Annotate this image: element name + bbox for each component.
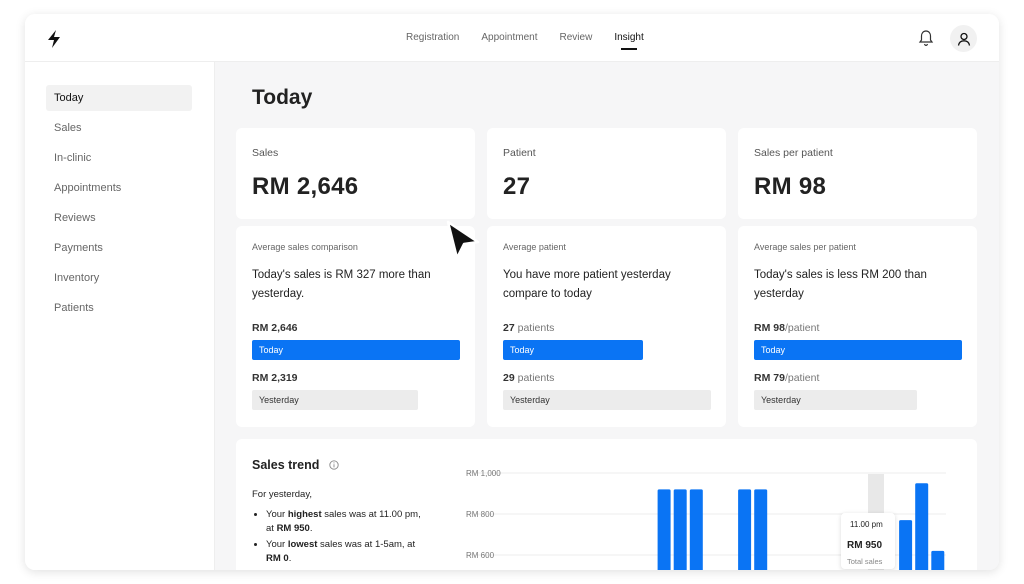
- today-value: RM 98/patient: [754, 322, 820, 334]
- sidebar-item-appointments[interactable]: Appointments: [46, 175, 192, 201]
- stat-label: Sales per patient: [754, 147, 833, 159]
- sidebar: Today Sales In-clinic Appointments Revie…: [25, 62, 215, 570]
- sidebar-item-in-clinic[interactable]: In-clinic: [46, 145, 192, 171]
- sales-trend-card: Sales trend For yesterday, Your highest …: [236, 439, 977, 570]
- chart-bar[interactable]: [931, 550, 945, 570]
- nav-review[interactable]: Review: [549, 14, 604, 62]
- mouse-cursor-icon: [446, 220, 480, 260]
- yesterday-bar: Yesterday: [754, 390, 917, 410]
- user-icon: [957, 32, 970, 46]
- comparison-card-patient: Average patient You have more patient ye…: [487, 226, 726, 427]
- tooltip-value: RM 950: [847, 540, 883, 551]
- chart-bar[interactable]: [915, 483, 929, 570]
- y-tick: RM 1,000: [466, 469, 501, 478]
- comparison-card-sales: Average sales comparison Today's sales i…: [236, 226, 475, 427]
- stat-value: RM 2,646: [252, 173, 359, 200]
- top-nav: Registration Appointment Review Insight: [395, 14, 655, 62]
- stat-card-sales-per-patient: Sales per patient RM 98: [738, 128, 977, 219]
- comparison-text: Today's sales is RM 327 more than yester…: [252, 269, 431, 300]
- yesterday-value: 29 patients: [503, 372, 555, 384]
- chart-bar[interactable]: [754, 489, 768, 570]
- sidebar-item-patients[interactable]: Patients: [46, 295, 192, 321]
- today-bar: Today: [503, 340, 643, 360]
- chart-tooltip: 11.00 pm RM 950 Total sales: [841, 513, 895, 569]
- top-bar: Registration Appointment Review Insight: [25, 14, 999, 62]
- stat-card-sales: Sales RM 2,646: [236, 128, 475, 219]
- yesterday-bar: Yesterday: [503, 390, 711, 410]
- trend-intro: For yesterday,: [252, 489, 313, 500]
- y-tick: RM 600: [466, 551, 495, 560]
- tooltip-time: 11.00 pm: [850, 520, 883, 529]
- sidebar-item-sales[interactable]: Sales: [46, 115, 192, 141]
- trend-insights: Your highest sales was at 11.00 pm, at R…: [266, 508, 426, 568]
- main-content: Today Sales RM 2,646 Patient 27 Sales pe…: [215, 62, 999, 570]
- comparison-label: Average sales per patient: [754, 242, 856, 252]
- sidebar-item-reviews[interactable]: Reviews: [46, 205, 192, 231]
- today-value: RM 2,646: [252, 322, 298, 334]
- chart-bar[interactable]: [673, 489, 687, 570]
- comparison-text: Today's sales is less RM 200 than yester…: [754, 269, 927, 300]
- insight-lowest: Your lowest sales was at 1-5am, at RM 0.: [266, 538, 426, 566]
- comparison-label: Average patient: [503, 242, 566, 252]
- yesterday-bar: Yesterday: [252, 390, 418, 410]
- stat-label: Patient: [503, 147, 536, 159]
- today-value: 27 patients: [503, 322, 555, 334]
- avatar[interactable]: [950, 25, 977, 52]
- tooltip-label: Total sales: [847, 557, 883, 566]
- app-window: Registration Appointment Review Insight …: [25, 14, 999, 570]
- chart-bar[interactable]: [899, 520, 913, 570]
- y-tick: RM 800: [466, 510, 495, 519]
- stat-label: Sales: [252, 147, 279, 159]
- yesterday-value: RM 2,319: [252, 372, 298, 384]
- nav-insight[interactable]: Insight: [603, 14, 654, 62]
- info-icon[interactable]: [329, 460, 339, 470]
- comparison-text: You have more patient yesterday compare …: [503, 269, 671, 300]
- sidebar-item-today[interactable]: Today: [46, 85, 192, 111]
- sales-trend-title: Sales trend: [252, 458, 320, 472]
- stat-card-patient: Patient 27: [487, 128, 726, 219]
- page-title: Today: [252, 86, 313, 109]
- bell-icon[interactable]: [918, 29, 934, 47]
- lightning-logo-icon[interactable]: [45, 29, 63, 49]
- chart-bar[interactable]: [657, 489, 671, 570]
- stat-value: RM 98: [754, 173, 827, 200]
- chart-bars: [657, 483, 945, 570]
- yesterday-value: RM 79/patient: [754, 372, 820, 384]
- nav-appointment[interactable]: Appointment: [470, 14, 548, 62]
- comparison-label: Average sales comparison: [252, 242, 358, 252]
- sidebar-item-inventory[interactable]: Inventory: [46, 265, 192, 291]
- stat-value: 27: [503, 173, 531, 200]
- today-bar: Today: [252, 340, 460, 360]
- today-bar: Today: [754, 340, 962, 360]
- chart-bar[interactable]: [689, 489, 703, 570]
- insight-highest: Your highest sales was at 11.00 pm, at R…: [266, 508, 426, 536]
- chart-bar[interactable]: [738, 489, 752, 570]
- nav-registration[interactable]: Registration: [395, 14, 470, 62]
- sidebar-item-payments[interactable]: Payments: [46, 235, 192, 261]
- comparison-card-sales-per-patient: Average sales per patient Today's sales …: [738, 226, 977, 427]
